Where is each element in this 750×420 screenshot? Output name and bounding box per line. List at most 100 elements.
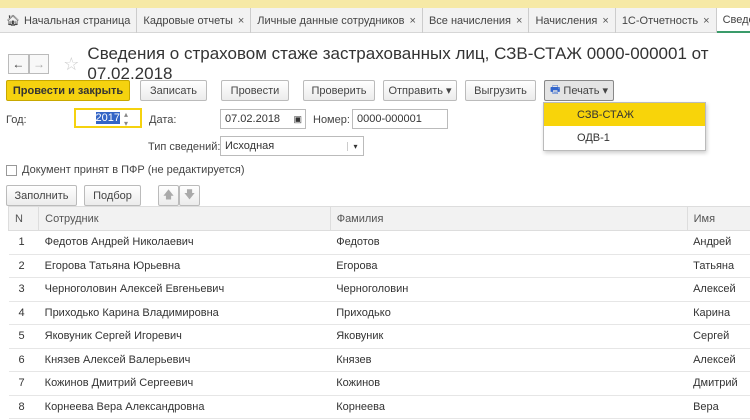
table-cell: Алексей	[687, 348, 750, 372]
column-header[interactable]: Фамилия	[329, 206, 688, 231]
table-cell: Кожинов	[330, 371, 688, 396]
close-icon[interactable]: ×	[410, 15, 416, 27]
header: ← → ☆ Сведения о страховом стаже застрах…	[8, 44, 750, 84]
table-cell: Черноголовин	[330, 277, 688, 302]
close-icon[interactable]: ×	[238, 15, 244, 27]
send-button[interactable]: Отправить ▾	[383, 80, 457, 101]
table-cell: Кожинов Дмитрий Сергеевич	[38, 371, 331, 396]
table-cell: 6	[8, 348, 39, 372]
table-row[interactable]: 2 Егорова Татьяна Юрьевна Егорова Татьяна	[8, 254, 750, 278]
table-cell: 4	[8, 301, 39, 325]
dropdown-arrow-icon[interactable]: ▾	[347, 141, 363, 151]
close-icon[interactable]: ×	[516, 15, 522, 27]
tab-4[interactable]: Начисления ×	[529, 8, 616, 33]
table-cell: Карина	[687, 301, 750, 325]
table-cell: 3	[8, 277, 39, 302]
table-cell: Корнеева	[330, 395, 688, 419]
table-cell: Алексей	[687, 277, 750, 302]
table-row[interactable]: 1 Федотов Андрей Николаевич Федотов Андрей	[8, 230, 750, 255]
number-field[interactable]: 0000-000001	[352, 109, 448, 129]
page-title: Сведения о страховом стаже застрахованны…	[87, 44, 709, 83]
table-cell: Князев	[330, 348, 688, 372]
table-row[interactable]: 3 Черноголовин Алексей Евгеньевич Черногол…	[8, 277, 750, 302]
table-row[interactable]: 7 Кожинов Дмитрий Сергеевич Кожинов Дмитрий	[8, 371, 750, 396]
move-up-button[interactable]: 🡅	[158, 185, 179, 206]
dropdown-arrow-icon: ▾	[599, 85, 609, 97]
column-header[interactable]: N	[7, 206, 40, 231]
tab-1[interactable]: Кадровые отчеты ×	[137, 8, 252, 33]
year-field[interactable]: 2017	[74, 108, 142, 128]
table-cell: Яковуник	[330, 324, 688, 349]
export-button[interactable]: Выгрузить	[465, 80, 536, 101]
year-stepper[interactable]: ▴ ▾	[124, 110, 128, 128]
save-button[interactable]: Записать	[140, 80, 207, 101]
accepted-checkbox[interactable]	[6, 164, 17, 176]
year-label: Год:	[6, 114, 27, 126]
check-button[interactable]: Проверить	[303, 80, 375, 101]
tab-label: Сведения	[722, 13, 750, 26]
type-value: Исходная	[225, 140, 275, 152]
type-select[interactable]: Исходная ▾	[220, 136, 364, 156]
print-menu-item-odv-1[interactable]: ОДВ-1	[544, 126, 705, 149]
table-cell: Татьяна	[687, 254, 750, 278]
print-label: Печать	[563, 84, 600, 97]
table-cell: Яковуник Сергей Игоревич	[38, 324, 331, 349]
tab-label: Начисления	[535, 14, 598, 27]
table-cell: Корнеева Вера Александровна	[38, 395, 331, 419]
number-label: Номер:	[313, 114, 350, 126]
print-button[interactable]: 🖶 Печать ▾	[544, 80, 614, 101]
type-label: Тип сведений:	[148, 141, 221, 153]
table-cell: Приходько	[330, 301, 688, 325]
back-button[interactable]: ←	[8, 54, 29, 74]
post-button[interactable]: Провести	[221, 80, 289, 101]
table-cell: Андрей	[687, 230, 750, 255]
send-label: Отправить	[388, 84, 443, 97]
column-header[interactable]: Сотрудник	[38, 206, 331, 231]
calendar-icon[interactable]: ▣	[293, 114, 302, 125]
date-label: Дата:	[149, 114, 177, 126]
tab-0[interactable]: 🏠︎ Начальная страница	[0, 8, 138, 33]
post-and-close-button[interactable]: Провести и закрыть	[6, 80, 130, 101]
dropdown-arrow-icon: ▾	[442, 85, 452, 97]
close-icon[interactable]: ×	[602, 15, 608, 27]
tab-3[interactable]: Все начисления ×	[423, 8, 530, 33]
table-cell: 5	[8, 324, 39, 349]
printer-icon: 🖶	[549, 84, 564, 96]
table-row[interactable]: 6 Князев Алексей Валерьевич Князев Алексей	[8, 348, 750, 372]
forward-button[interactable]: →	[28, 54, 50, 74]
tab-label: Кадровые отчеты	[143, 14, 233, 27]
table-row[interactable]: 5 Яковуник Сергей Игоревич Яковуник Сергей	[8, 324, 750, 349]
accepted-label: Документ принят в ПФР (не редактируется)	[22, 164, 245, 176]
table-cell: Федотов	[330, 230, 688, 255]
print-menu: СЗВ-СТАЖ ОДВ-1	[543, 102, 706, 151]
table-cell: 8	[8, 395, 39, 419]
table-cell: 2	[8, 254, 39, 278]
print-menu-item-szv-stazh[interactable]: СЗВ-СТАЖ	[544, 103, 705, 126]
employees-table: N Сотрудник Фамилия Имя 1 Федотов Андрей Ник…	[7, 206, 750, 419]
tab-label: 1С-Отчетность	[621, 14, 699, 27]
table-cell: Федотов Андрей Николаевич	[38, 230, 331, 255]
fill-button[interactable]: Заполнить	[6, 185, 77, 206]
tab-label: Личные данные сотрудников	[257, 14, 405, 27]
table-row[interactable]: 8 Корнеева Вера Александровна Корнеева Вера	[8, 395, 750, 419]
column-header[interactable]: Имя	[686, 206, 750, 231]
star-icon[interactable]: ☆	[63, 54, 79, 75]
move-down-button[interactable]: 🡇	[179, 185, 200, 206]
table-cell: 7	[8, 371, 39, 396]
tab-label: Начальная страница	[23, 14, 131, 27]
pick-button[interactable]: Подбор	[84, 185, 141, 206]
table-row[interactable]: 4 Приходько Карина Владимировна Приходько К…	[8, 301, 750, 325]
table-cell: 1	[8, 230, 39, 255]
top-band	[0, 0, 750, 8]
tab-2[interactable]: Личные данные сотрудников ×	[251, 8, 423, 33]
tab-6[interactable]: Сведения	[716, 8, 750, 33]
table-cell: Вера	[687, 395, 750, 419]
tab-label: Все начисления	[428, 14, 512, 27]
table-cell: Дмитрий	[687, 371, 750, 396]
date-field[interactable]: 07.02.2018 ▣	[220, 109, 306, 129]
close-icon[interactable]: ×	[703, 15, 709, 27]
tab-5[interactable]: 1С-Отчетность ×	[616, 8, 717, 33]
table-cell: Егорова	[330, 254, 688, 278]
table-cell: Князев Алексей Валерьевич	[38, 348, 331, 372]
accepted-checkbox-row[interactable]: Документ принят в ПФР (не редактируется)	[6, 164, 244, 176]
